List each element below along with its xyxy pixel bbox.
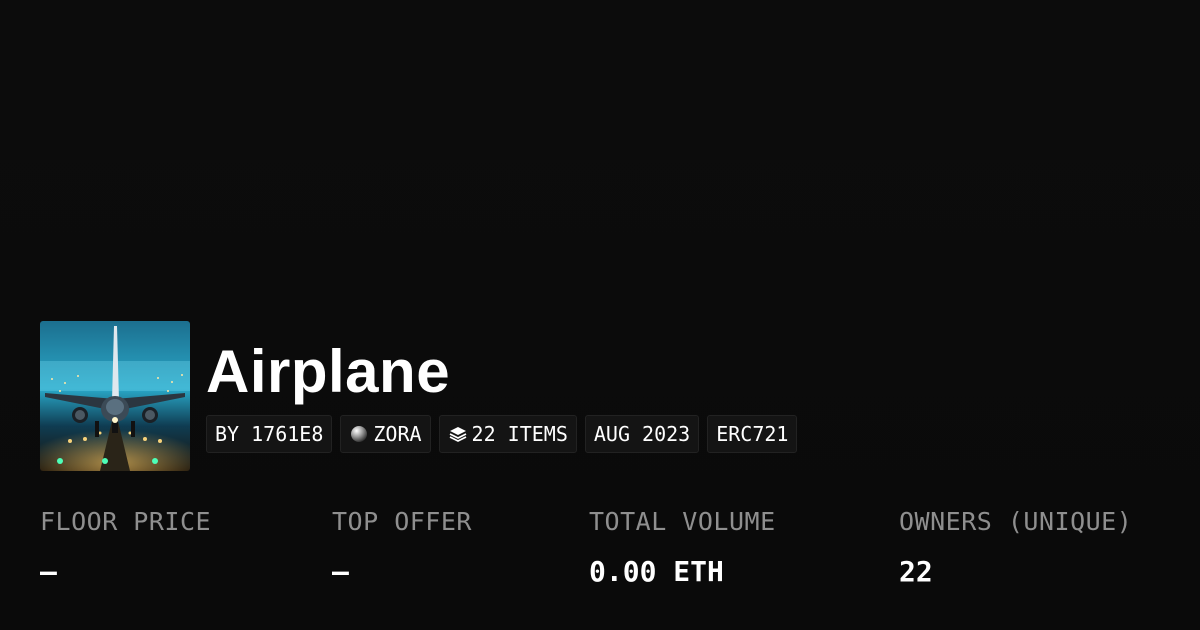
date-chip: AUG 2023 (584, 415, 700, 453)
items-chip[interactable]: 22 ITEMS (438, 415, 577, 453)
date-chip-label: AUG 2023 (593, 422, 691, 446)
owners-stat: OWNERS (UNIQUE) 22 (899, 506, 1132, 588)
zora-orb-icon (349, 424, 369, 444)
floor-price-label: FLOOR PRICE (40, 507, 212, 536)
total-volume-value: 0.00 ETH (589, 555, 724, 588)
airplane-runway-image (40, 321, 190, 471)
creator-chip[interactable]: BY 1761E8 (206, 415, 333, 453)
owners-label: OWNERS (UNIQUE) (899, 507, 1133, 536)
total-volume-label: TOTAL VOLUME (589, 507, 776, 536)
top-offer-value: – (332, 555, 349, 588)
standard-chip: ERC721 (707, 415, 798, 453)
floor-price-value: – (40, 555, 57, 588)
owners-value: 22 (899, 555, 933, 588)
network-chip-label: ZORA (373, 422, 422, 446)
creator-chip-label: BY 1761E8 (215, 422, 324, 446)
standard-chip-label: ERC721 (716, 422, 789, 446)
collection-card: Airplane BY 1761E8 ZORA 22 ITEMS AUG 202… (0, 0, 1200, 630)
network-chip[interactable]: ZORA (340, 415, 431, 453)
top-offer-label: TOP OFFER (332, 507, 472, 536)
total-volume-stat: TOTAL VOLUME 0.00 ETH (589, 506, 776, 588)
floor-price-stat: FLOOR PRICE – (40, 506, 211, 588)
collection-thumbnail[interactable] (40, 321, 190, 471)
layers-icon (448, 424, 468, 444)
top-offer-stat: TOP OFFER – (332, 506, 472, 588)
collection-meta-chips: BY 1761E8 ZORA 22 ITEMS AUG 2023 ERC721 (206, 415, 798, 453)
collection-title: Airplane (206, 338, 451, 405)
items-chip-label: 22 ITEMS (471, 422, 568, 446)
